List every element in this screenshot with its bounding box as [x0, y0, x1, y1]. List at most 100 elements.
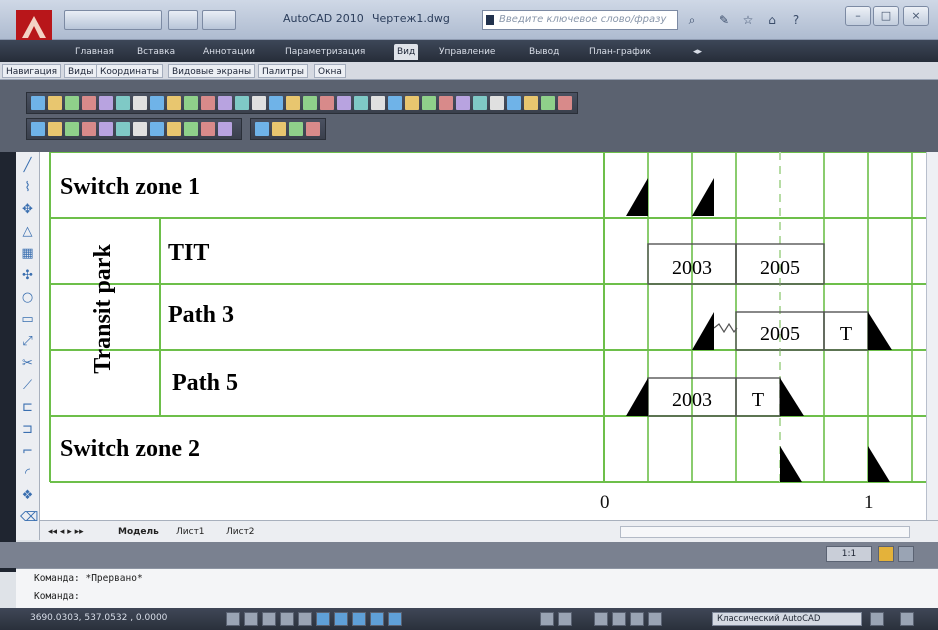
- help-icon[interactable]: ?: [788, 12, 804, 28]
- toolbar-button-icon[interactable]: [541, 96, 555, 110]
- layout-icon[interactable]: [558, 612, 572, 626]
- toolbar-button-icon[interactable]: [48, 122, 62, 136]
- toolbar-button-icon[interactable]: [507, 96, 521, 110]
- toolbar-button-icon[interactable]: [82, 96, 96, 110]
- break-icon[interactable]: ⊏: [20, 400, 35, 415]
- erase-icon[interactable]: ⌫: [20, 510, 38, 525]
- search-input[interactable]: Введите ключевое слово/фразу: [482, 10, 678, 30]
- toolbar-button-icon[interactable]: [99, 96, 113, 110]
- trim-icon[interactable]: ✂: [20, 356, 35, 371]
- toolbar-button-icon[interactable]: [289, 122, 303, 136]
- toolbar-button-icon[interactable]: [31, 96, 45, 110]
- pan-icon[interactable]: [594, 612, 608, 626]
- toolbar-button-icon[interactable]: [439, 96, 453, 110]
- circle-icon[interactable]: ○: [20, 290, 35, 305]
- toolbar-button-icon[interactable]: [388, 96, 402, 110]
- search-icon[interactable]: ⌕: [684, 12, 700, 28]
- maximize-button[interactable]: □: [873, 6, 899, 26]
- plot-button[interactable]: [202, 10, 236, 30]
- steering-wheel-icon[interactable]: [630, 612, 644, 626]
- minimize-button[interactable]: –: [845, 6, 871, 26]
- toolbar-button-icon[interactable]: [201, 96, 215, 110]
- toolbar-button-icon[interactable]: [184, 122, 198, 136]
- ortho-mode-icon[interactable]: [262, 612, 276, 626]
- model-space-icon[interactable]: [540, 612, 554, 626]
- zoom-icon[interactable]: [612, 612, 626, 626]
- toolbar-button-icon[interactable]: [116, 122, 130, 136]
- toolbar-button-icon[interactable]: [272, 122, 286, 136]
- undo-button[interactable]: [168, 10, 198, 30]
- tab-output[interactable]: Вывод: [526, 44, 562, 60]
- chamfer-icon[interactable]: ⌐: [20, 444, 35, 459]
- panel-navigation[interactable]: Навигация: [2, 64, 62, 78]
- horizontal-scrollbar[interactable]: [620, 526, 910, 538]
- tab-layout1[interactable]: Лист1: [176, 524, 205, 540]
- auto-scale-icon[interactable]: [898, 546, 914, 562]
- toolbar-button-icon[interactable]: [133, 122, 147, 136]
- command-prompt[interactable]: Команда:: [34, 591, 80, 602]
- snap-mode-icon[interactable]: [226, 612, 240, 626]
- coordinates-readout[interactable]: 3690.0303, 537.0532 , 0.0000: [30, 613, 167, 623]
- toolbar-button-icon[interactable]: [65, 122, 79, 136]
- toolbar-button-icon[interactable]: [405, 96, 419, 110]
- favorites-icon[interactable]: ☆: [740, 12, 756, 28]
- toolbar-button-icon[interactable]: [167, 96, 181, 110]
- toolbar-button-icon[interactable]: [150, 122, 164, 136]
- object-snap-tracking-icon[interactable]: [316, 612, 330, 626]
- tab-model[interactable]: Модель: [118, 524, 159, 540]
- panel-windows[interactable]: Окна: [314, 64, 346, 78]
- command-window[interactable]: [16, 568, 938, 608]
- communication-center-icon[interactable]: ✎: [716, 12, 732, 28]
- ribbon-minimize-icon[interactable]: ◂▸: [690, 44, 705, 60]
- dynamic-ucs-icon[interactable]: [334, 612, 348, 626]
- toolbar-button-icon[interactable]: [490, 96, 504, 110]
- panel-viewports[interactable]: Видовые экраны: [168, 64, 256, 78]
- quick-properties-icon[interactable]: [388, 612, 402, 626]
- lineweight-icon[interactable]: [370, 612, 384, 626]
- tab-schedule[interactable]: План-график: [586, 44, 654, 60]
- toolbar-button-icon[interactable]: [48, 96, 62, 110]
- panel-coordinates[interactable]: Координаты: [96, 64, 163, 78]
- dynamic-input-icon[interactable]: [352, 612, 366, 626]
- annotation-scale-dropdown[interactable]: 1:1: [826, 546, 872, 562]
- toolbar-button-icon[interactable]: [422, 96, 436, 110]
- toolbar-button-icon[interactable]: [82, 122, 96, 136]
- toolbar-button-icon[interactable]: [286, 96, 300, 110]
- vertical-scrollbar[interactable]: [926, 152, 938, 532]
- toolbar-button-icon[interactable]: [65, 96, 79, 110]
- toolbar-button-icon[interactable]: [255, 122, 269, 136]
- toolbar-button-icon[interactable]: [303, 96, 317, 110]
- toolbar-button-icon[interactable]: [184, 96, 198, 110]
- toolbar-button-icon[interactable]: [218, 96, 232, 110]
- grid-display-icon[interactable]: [244, 612, 258, 626]
- toolbar-button-icon[interactable]: [218, 122, 232, 136]
- tab-view[interactable]: Вид: [394, 44, 419, 60]
- toolbar-button-icon[interactable]: [150, 96, 164, 110]
- toolbar-button-icon[interactable]: [167, 122, 181, 136]
- polar-tracking-icon[interactable]: [280, 612, 294, 626]
- toolbar-button-icon[interactable]: [473, 96, 487, 110]
- toolbar-button-icon[interactable]: [235, 96, 249, 110]
- layout-nav-icons[interactable]: ◂◂ ◂ ▸ ▸▸: [48, 524, 84, 540]
- extend-icon[interactable]: ⟋: [20, 378, 35, 393]
- clean-screen-icon[interactable]: [900, 612, 914, 626]
- toolbar-button-icon[interactable]: [269, 96, 283, 110]
- toolbar-button-icon[interactable]: [306, 122, 320, 136]
- quick-access-toolbar[interactable]: [64, 10, 162, 30]
- rectangle-icon[interactable]: ▭: [20, 312, 35, 327]
- toolbar-button-icon[interactable]: [133, 96, 147, 110]
- close-button[interactable]: ×: [903, 6, 929, 26]
- toolbar-button-icon[interactable]: [558, 96, 572, 110]
- workspace-dropdown[interactable]: Классический AutoCAD: [712, 612, 862, 626]
- tab-home[interactable]: Главная: [72, 44, 117, 60]
- join-icon[interactable]: ⊐: [20, 422, 35, 437]
- object-snap-icon[interactable]: [298, 612, 312, 626]
- toolbar-button-icon[interactable]: [252, 96, 266, 110]
- toolbar-button-icon[interactable]: [371, 96, 385, 110]
- tab-parametric[interactable]: Параметризация: [282, 44, 368, 60]
- tab-insert[interactable]: Вставка: [134, 44, 178, 60]
- panel-views[interactable]: Виды: [64, 64, 98, 78]
- toolbar-button-icon[interactable]: [456, 96, 470, 110]
- toolbar-button-icon[interactable]: [337, 96, 351, 110]
- explode-icon[interactable]: ❖: [20, 488, 35, 503]
